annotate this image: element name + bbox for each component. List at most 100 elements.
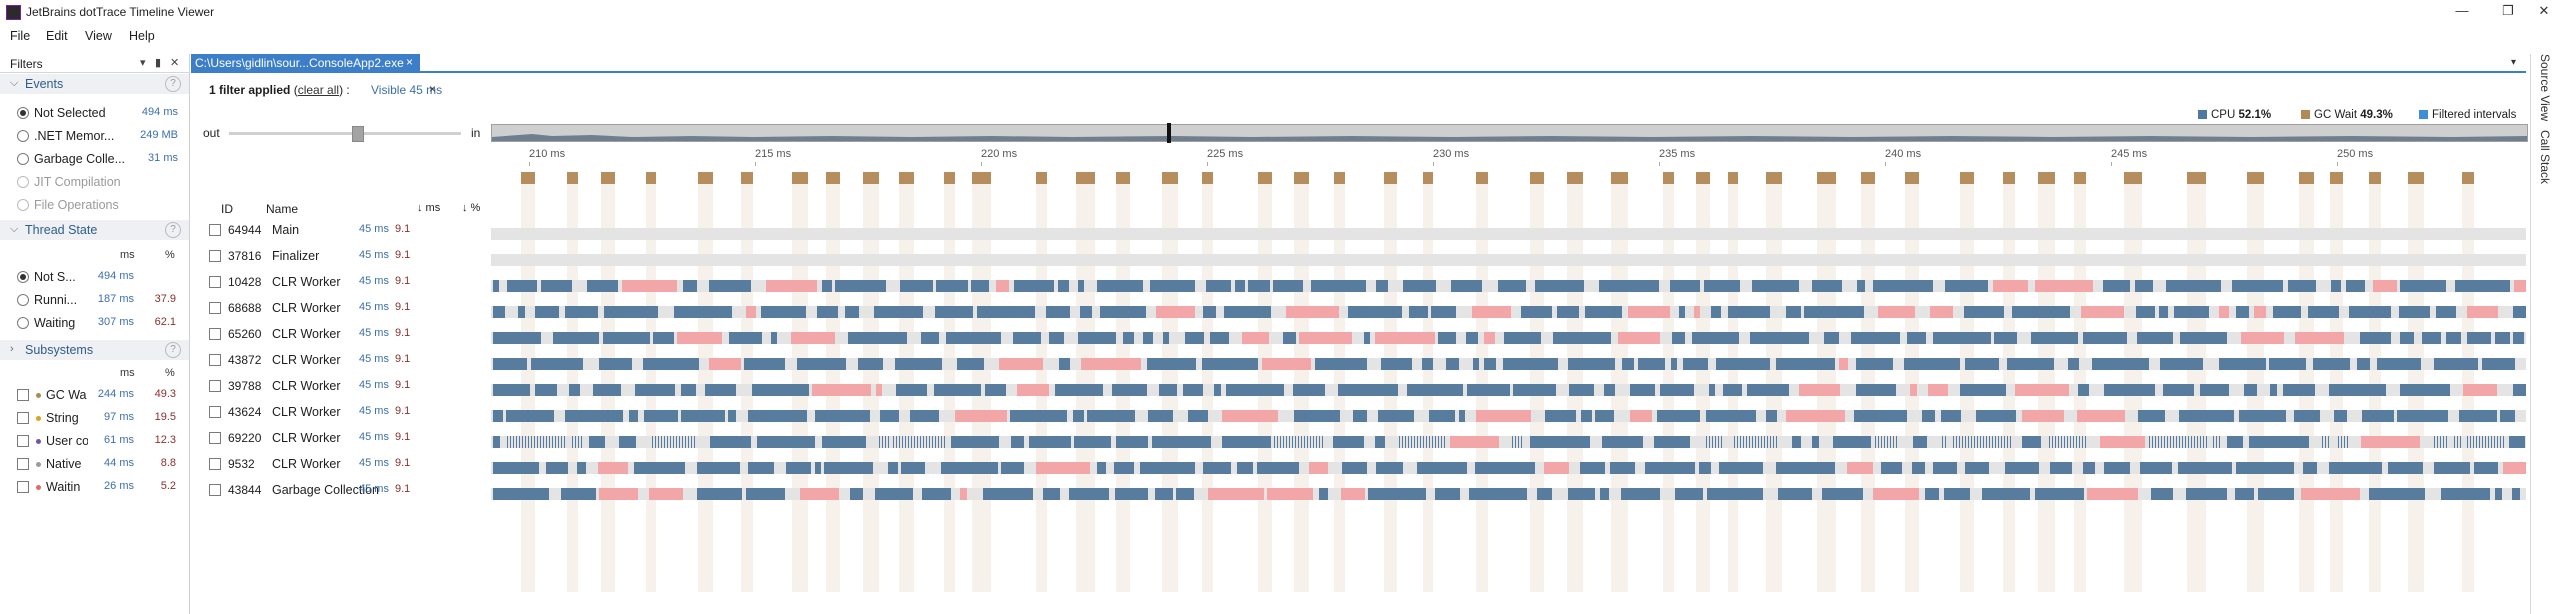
- running-slice: [1403, 280, 1436, 292]
- checkbox[interactable]: [209, 484, 221, 496]
- subsystem-waiting[interactable]: Waitin 26 ms 5.2: [0, 476, 189, 498]
- checkbox[interactable]: [17, 435, 29, 447]
- running-slice: [1224, 306, 1271, 318]
- subsystem-string[interactable]: String 97 ms 19.5: [0, 407, 189, 429]
- checkbox[interactable]: [209, 224, 221, 236]
- maximize-button[interactable]: ❐: [2494, 3, 2522, 21]
- menu-help[interactable]: Help: [129, 29, 155, 43]
- help-icon[interactable]: ?: [165, 342, 181, 358]
- clear-all-link[interactable]: clear all: [298, 83, 339, 97]
- checkbox[interactable]: [17, 481, 29, 493]
- checkbox[interactable]: [17, 412, 29, 424]
- radio-button[interactable]: [17, 107, 29, 119]
- thread-state-waiting[interactable]: Waiting 307 ms 62.1: [0, 312, 189, 334]
- zoom-out-label: out: [203, 126, 220, 140]
- thread-row[interactable]: 9532 CLR Worker 45 ms 9.1: [199, 452, 499, 476]
- subsystem-native[interactable]: Native 44 ms 8.8: [0, 453, 189, 475]
- checkbox[interactable]: [209, 406, 221, 418]
- thread-state-section-header[interactable]: ⌵ Thread State ?: [0, 220, 189, 240]
- subsystem-gc-wait[interactable]: GC Wa 244 ms 49.3: [0, 384, 189, 406]
- event-net-memory[interactable]: .NET Memor... 249 MB: [0, 125, 189, 147]
- close-tab-icon[interactable]: ×: [406, 55, 413, 69]
- zoom-slider-thumb[interactable]: [352, 126, 364, 142]
- checkbox[interactable]: [209, 432, 221, 444]
- thread-row[interactable]: 69220 CLR Worker 45 ms 9.1: [199, 426, 499, 450]
- running-slice: [2173, 436, 2174, 448]
- menu-edit[interactable]: Edit: [46, 29, 68, 43]
- running-slice: [2191, 436, 2192, 448]
- timeline-overview[interactable]: [491, 123, 2528, 143]
- tab-list-dropdown-icon[interactable]: ▾: [2511, 57, 2516, 68]
- thread-state-not-selected[interactable]: Not S... 494 ms: [0, 266, 189, 288]
- call-stack-tab[interactable]: Call Stack: [2538, 130, 2552, 184]
- checkbox[interactable]: [17, 389, 29, 401]
- menu-file[interactable]: File: [10, 29, 30, 43]
- close-window-button[interactable]: ✕: [2530, 3, 2558, 21]
- thread-row[interactable]: 43872 CLR Worker 45 ms 9.1: [199, 348, 499, 372]
- checkbox[interactable]: [209, 302, 221, 314]
- running-slice: [1884, 436, 1885, 448]
- running-slice: [1280, 436, 1281, 448]
- running-slice: [1333, 436, 1364, 448]
- zoom-slider-track[interactable]: [229, 132, 461, 135]
- column-name[interactable]: Name: [266, 202, 298, 216]
- legend-value: 49.3%: [2360, 109, 2393, 121]
- running-slice: [1537, 488, 1552, 500]
- thread-state-running[interactable]: Runni... 187 ms 37.9: [0, 289, 189, 311]
- thread-row[interactable]: 37816 Finalizer 45 ms 9.1: [199, 244, 499, 268]
- thread-row[interactable]: 64944 Main 45 ms 9.1: [199, 218, 499, 242]
- radio-button[interactable]: [17, 130, 29, 142]
- checkbox[interactable]: [209, 328, 221, 340]
- remove-filter-icon[interactable]: ×: [429, 82, 436, 96]
- subsystems-section-header[interactable]: › Subsystems ?: [0, 340, 189, 360]
- checkbox[interactable]: [209, 276, 221, 288]
- radio-button[interactable]: [17, 153, 29, 165]
- waiting-slice: [649, 488, 683, 500]
- running-slice: [2467, 436, 2468, 448]
- running-slice: [589, 436, 605, 448]
- menu-view[interactable]: View: [85, 29, 112, 43]
- running-slice: [664, 436, 665, 448]
- radio-button[interactable]: [17, 271, 29, 283]
- subsystem-user-code[interactable]: User co 61 ms 12.3: [0, 430, 189, 452]
- radio-button[interactable]: [17, 317, 29, 329]
- event-not-selected[interactable]: Not Selected 494 ms: [0, 102, 189, 124]
- checkbox[interactable]: [209, 380, 221, 392]
- checkbox[interactable]: [209, 250, 221, 262]
- thread-name: CLR Worker: [272, 353, 341, 367]
- thread-row[interactable]: 65260 CLR Worker 45 ms 9.1: [199, 322, 499, 346]
- checkbox[interactable]: [209, 458, 221, 470]
- running-slice: [1409, 306, 1428, 318]
- overview-position-marker[interactable]: [1167, 123, 1171, 143]
- running-slice: [2155, 436, 2156, 448]
- running-slice: [1059, 358, 1070, 370]
- source-view-tab[interactable]: Source View: [2538, 54, 2552, 121]
- waiting-slice: [1544, 462, 1569, 474]
- event-garbage-collection[interactable]: Garbage Colle... 31 ms: [0, 148, 189, 170]
- thread-row[interactable]: 43624 CLR Worker 45 ms 9.1: [199, 400, 499, 424]
- checkbox[interactable]: [17, 458, 29, 470]
- panel-dropdown-icon[interactable]: ▾: [140, 56, 146, 69]
- pin-icon[interactable]: ▮: [155, 56, 161, 69]
- radio-button[interactable]: [17, 294, 29, 306]
- thread-row[interactable]: 10428 CLR Worker 45 ms 9.1: [199, 270, 499, 294]
- thread-row[interactable]: 68688 CLR Worker 45 ms 9.1: [199, 296, 499, 320]
- running-slice: [902, 436, 903, 448]
- running-slice: [493, 488, 549, 500]
- column-pct[interactable]: ↓ %: [462, 202, 480, 214]
- events-section-header[interactable]: ⌵ Events ?: [0, 74, 189, 94]
- column-ms[interactable]: ↓ ms: [417, 202, 440, 214]
- thread-id: 43624: [228, 405, 262, 419]
- minimize-button[interactable]: —: [2448, 3, 2476, 21]
- close-panel-icon[interactable]: ✕: [170, 56, 179, 69]
- help-icon[interactable]: ?: [165, 76, 181, 92]
- timeline-graph[interactable]: 210 ms 215 ms 220 ms 225 ms 230 ms 235 m…: [491, 148, 2526, 614]
- column-id[interactable]: ID: [221, 202, 233, 216]
- help-icon[interactable]: ?: [165, 222, 181, 238]
- running-slice: [1679, 306, 1685, 318]
- checkbox[interactable]: [209, 354, 221, 366]
- running-slice: [1049, 332, 1064, 344]
- thread-row[interactable]: 39788 CLR Worker 45 ms 9.1: [199, 374, 499, 398]
- document-tab[interactable]: C:\Users\gidlin\sour...ConsoleApp2.exe ×: [191, 54, 420, 71]
- thread-row[interactable]: 43844 Garbage Collection 45 ms 9.1: [199, 478, 499, 502]
